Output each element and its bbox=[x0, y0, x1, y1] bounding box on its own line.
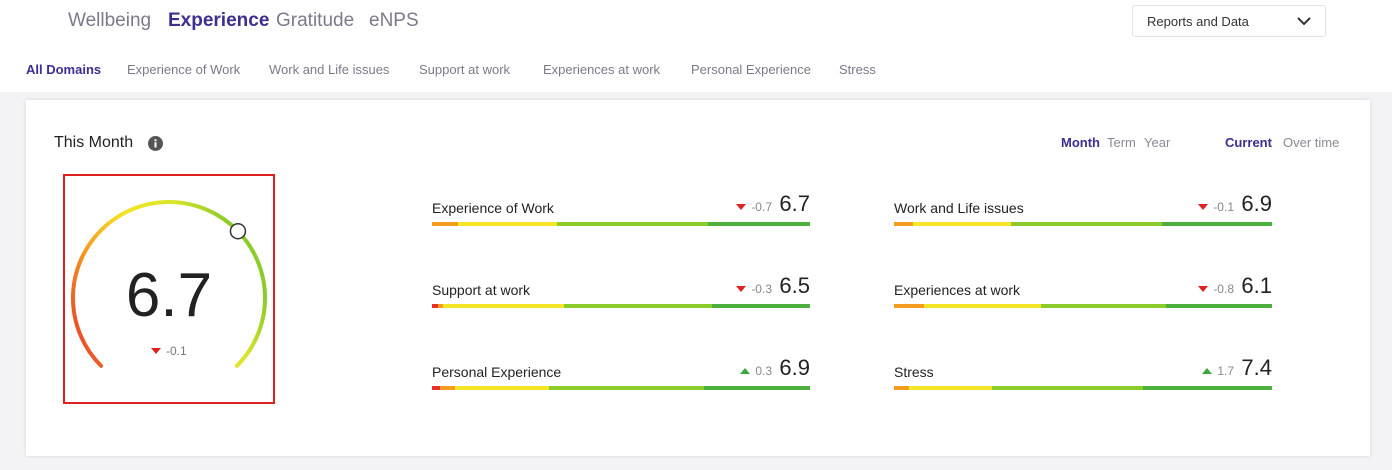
subtab-stress[interactable]: Stress bbox=[839, 62, 876, 77]
trend-up-icon bbox=[740, 367, 751, 374]
bar-segment bbox=[894, 304, 925, 308]
bar-segment bbox=[707, 222, 810, 226]
metric-experience-of-work[interactable]: Experience of Work -0.7 6.7 bbox=[432, 186, 810, 226]
metric-personal-experience[interactable]: Personal Experience 0.3 6.9 bbox=[432, 350, 810, 390]
gauge-marker bbox=[229, 222, 247, 240]
bar-segment bbox=[564, 304, 712, 308]
trend-down-icon bbox=[736, 203, 747, 210]
bar-segment bbox=[432, 222, 459, 226]
metric-name: Experience of Work bbox=[432, 200, 554, 216]
metric-score: 7.4 bbox=[1241, 355, 1272, 380]
metric-name: Support at work bbox=[432, 282, 531, 298]
metric-delta-value: -0.1 bbox=[1213, 200, 1234, 214]
bar-segment bbox=[909, 386, 993, 390]
bar-segment bbox=[439, 386, 455, 390]
trend-up-icon bbox=[1202, 367, 1213, 374]
bar-segment bbox=[1166, 304, 1272, 308]
trend-down-icon bbox=[736, 285, 747, 292]
metric-delta: -0.7 bbox=[736, 200, 772, 214]
tab-experience[interactable]: Experience bbox=[168, 10, 269, 32]
metric-delta-value: -0.7 bbox=[751, 200, 772, 214]
metric-stress[interactable]: Stress 1.7 7.4 bbox=[894, 350, 1272, 390]
bar-segment bbox=[992, 386, 1144, 390]
distribution-bar bbox=[894, 304, 1272, 308]
reports-dropdown[interactable]: Reports and Data bbox=[1132, 5, 1326, 37]
info-icon[interactable] bbox=[148, 136, 163, 151]
this-month-card: This Month Month Term Year Current Over … bbox=[26, 100, 1370, 456]
overall-score-gauge: 6.7 -0.1 bbox=[63, 174, 275, 404]
bar-segment bbox=[454, 386, 550, 390]
metric-name: Work and Life issues bbox=[894, 200, 1024, 216]
metric-name: Stress bbox=[894, 364, 934, 380]
bar-segment bbox=[924, 304, 1042, 308]
bar-segment bbox=[432, 386, 440, 390]
distribution-bar bbox=[432, 222, 810, 226]
metric-score: 6.1 bbox=[1241, 273, 1272, 298]
bar-segment bbox=[458, 222, 557, 226]
domain-navigation: All Domains Experience of Work Work and … bbox=[0, 46, 1392, 92]
tab-enps[interactable]: eNPS bbox=[369, 10, 419, 32]
metric-score: 6.9 bbox=[779, 355, 810, 380]
metric-name: Experiences at work bbox=[894, 282, 1021, 298]
metric-experiences-at-work[interactable]: Experiences at work -0.8 6.1 bbox=[894, 268, 1272, 308]
distribution-bar bbox=[894, 386, 1272, 390]
subtab-support-at-work[interactable]: Support at work bbox=[419, 62, 510, 77]
overall-score: 6.7 bbox=[125, 261, 213, 330]
bar-segment bbox=[1143, 386, 1272, 390]
overall-delta-value: -0.1 bbox=[166, 344, 187, 358]
distribution-bar bbox=[432, 304, 810, 308]
metric-delta: -0.1 bbox=[1198, 200, 1234, 214]
bar-segment bbox=[556, 222, 708, 226]
bar-segment bbox=[1162, 222, 1272, 226]
metric-delta: -0.3 bbox=[736, 282, 772, 296]
metric-delta: 0.3 bbox=[740, 364, 772, 378]
subtab-work-and-life-issues[interactable]: Work and Life issues bbox=[269, 62, 389, 77]
bar-segment bbox=[894, 222, 913, 226]
subtab-all-domains[interactable]: All Domains bbox=[26, 62, 101, 77]
metric-support-at-work[interactable]: Support at work -0.3 6.5 bbox=[432, 268, 810, 308]
tab-wellbeing[interactable]: Wellbeing bbox=[68, 10, 151, 32]
metric-delta: -0.8 bbox=[1198, 282, 1234, 296]
bar-segment bbox=[1011, 222, 1163, 226]
metric-delta: 1.7 bbox=[1202, 364, 1234, 378]
toggle-over-time[interactable]: Over time bbox=[1283, 135, 1339, 150]
bar-segment bbox=[711, 304, 810, 308]
subtab-personal-experience[interactable]: Personal Experience bbox=[691, 62, 811, 77]
metric-work-and-life-issues[interactable]: Work and Life issues -0.1 6.9 bbox=[894, 186, 1272, 226]
bar-segment bbox=[1041, 304, 1167, 308]
subtab-experiences-at-work[interactable]: Experiences at work bbox=[543, 62, 660, 77]
toggle-term[interactable]: Term bbox=[1107, 135, 1136, 150]
chevron-down-icon bbox=[1297, 17, 1311, 26]
trend-down-icon bbox=[1198, 285, 1209, 292]
metric-score: 6.7 bbox=[779, 191, 810, 216]
top-navigation: Wellbeing Experience Gratitude eNPS Repo… bbox=[0, 0, 1392, 46]
metric-delta-value: -0.8 bbox=[1213, 282, 1234, 296]
tab-gratitude[interactable]: Gratitude bbox=[276, 10, 354, 32]
metric-delta-value: -0.3 bbox=[751, 282, 772, 296]
reports-dropdown-label: Reports and Data bbox=[1147, 14, 1249, 29]
metric-delta-value: 0.3 bbox=[755, 364, 772, 378]
toggle-year[interactable]: Year bbox=[1144, 135, 1170, 150]
distribution-bar bbox=[894, 222, 1272, 226]
distribution-bar bbox=[432, 386, 810, 390]
overall-score-delta: -0.1 bbox=[151, 344, 187, 358]
card-title: This Month bbox=[54, 134, 134, 151]
metric-name: Personal Experience bbox=[432, 364, 562, 380]
toggle-current[interactable]: Current bbox=[1225, 135, 1272, 150]
metric-delta-value: 1.7 bbox=[1217, 364, 1234, 378]
metric-score: 6.5 bbox=[779, 273, 810, 298]
subtab-experience-of-work[interactable]: Experience of Work bbox=[127, 62, 240, 77]
trend-down-icon bbox=[151, 347, 161, 354]
toggle-month[interactable]: Month bbox=[1061, 135, 1100, 150]
bar-segment bbox=[549, 386, 705, 390]
bar-segment bbox=[443, 304, 565, 308]
bar-segment bbox=[704, 386, 810, 390]
metric-score: 6.9 bbox=[1241, 191, 1272, 216]
bar-segment bbox=[894, 386, 910, 390]
trend-down-icon bbox=[1198, 203, 1209, 210]
bar-segment bbox=[912, 222, 1012, 226]
